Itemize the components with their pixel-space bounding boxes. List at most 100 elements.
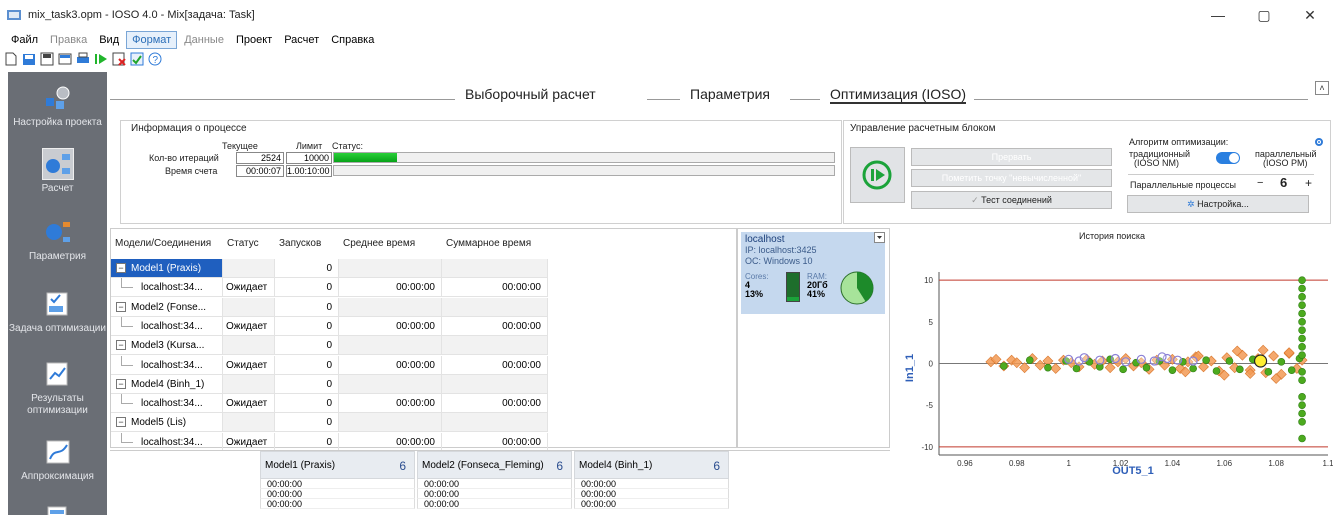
collapse-node-icon[interactable]: − xyxy=(116,378,126,389)
tabs-row: Выборочный расчет Параметрия Оптимизация… xyxy=(110,86,1333,108)
gear-icon[interactable] xyxy=(1314,137,1324,147)
col-header-runs[interactable]: Запусков xyxy=(275,229,321,259)
table-cell-total xyxy=(442,259,548,278)
model-name: Model1 (Praxis) xyxy=(265,460,336,471)
menu-view[interactable]: Вид xyxy=(94,32,124,48)
sidebar-item-approximation[interactable]: Аппроксимация xyxy=(8,436,107,483)
settings-button[interactable]: ✲ Настройка... xyxy=(1127,195,1309,213)
chevron-down-icon[interactable] xyxy=(874,232,885,243)
mark-unused-button[interactable]: Пометить точку "невычисленной" xyxy=(911,169,1112,187)
model-column-header[interactable]: Model4 (Binh_1) 6 xyxy=(574,451,729,479)
menu-help[interactable]: Справка xyxy=(326,32,379,48)
table-row-model[interactable]: − Model2 (Fonse... 0 xyxy=(111,297,548,317)
data-point xyxy=(1283,347,1295,359)
new-file-button[interactable] xyxy=(3,51,19,67)
menu-project[interactable]: Проект xyxy=(231,32,277,48)
help-button[interactable]: ? xyxy=(147,51,163,67)
collapse-node-icon[interactable]: − xyxy=(116,263,126,273)
col-header-total-time[interactable]: Суммарное время xyxy=(442,229,531,259)
data-point xyxy=(1225,357,1234,365)
collapse-button[interactable]: ˄ xyxy=(1315,81,1329,95)
time-label: Время счета xyxy=(165,166,218,176)
print-button[interactable] xyxy=(75,51,91,67)
test-connections-label: Тест соединений xyxy=(981,195,1052,205)
sidebar-item-optimization-results[interactable]: Результаты оптимизации xyxy=(8,358,107,417)
table-cell-text: 00:00:00 xyxy=(396,436,435,448)
menu-data[interactable]: Данные xyxy=(179,32,229,48)
close-icon: ✕ xyxy=(1304,6,1316,23)
col-header-status[interactable]: Статус xyxy=(223,229,259,259)
run-button[interactable] xyxy=(93,51,109,67)
table-row-connection[interactable]: localhost:34... Ожидает 0 00:00:00 00:00:00 xyxy=(111,355,548,375)
table-cell-name: − Model4 (Binh_1) xyxy=(111,374,223,394)
tab-parametry[interactable]: Параметрия xyxy=(690,86,770,102)
model-count: 6 xyxy=(556,459,563,473)
model-column-header[interactable]: Model1 (Praxis) 6 xyxy=(260,451,415,479)
table-row-model[interactable]: − Model4 (Binh_1) 0 xyxy=(111,374,548,394)
menu-calc[interactable]: Расчет xyxy=(279,32,324,48)
maximize-button[interactable]: ▢ xyxy=(1241,0,1287,30)
check-button[interactable] xyxy=(129,51,145,67)
data-point xyxy=(1298,343,1306,351)
table-row-model[interactable]: − Model5 (Lis) 0 xyxy=(111,413,548,433)
interrupt-button[interactable]: Прервать xyxy=(911,148,1112,166)
open-file-button[interactable] xyxy=(21,51,37,67)
table-cell-text: 00:00:00 xyxy=(502,282,541,294)
data-point xyxy=(1188,356,1198,366)
start-calc-button[interactable] xyxy=(850,147,905,203)
algorithm-toggle[interactable] xyxy=(1216,152,1240,164)
tab-optimization[interactable]: Оптимизация (IOSO) xyxy=(830,86,966,104)
table-cell-status xyxy=(223,336,275,356)
data-point xyxy=(1298,418,1306,426)
sidebar-item-optimization-task[interactable]: Задача оптимизации xyxy=(8,288,107,335)
table-row-connection[interactable]: localhost:34... Ожидает 0 00:00:00 00:00:00 xyxy=(111,278,548,298)
data-point xyxy=(1104,362,1116,374)
model-column-header[interactable]: Model2 (Fonseca_Fleming) 6 xyxy=(417,451,572,479)
increment-button[interactable]: + xyxy=(1305,176,1312,190)
table-cell-runs: 0 xyxy=(275,336,339,356)
data-point xyxy=(1119,365,1127,374)
sidebar-item-calculation[interactable]: Расчет xyxy=(8,148,107,195)
model-time-value: 00:00:00 xyxy=(417,499,572,509)
table-cell-runs: 0 xyxy=(275,297,339,317)
collapse-node-icon[interactable]: − xyxy=(116,340,126,351)
table-cell-text: 0 xyxy=(326,398,332,410)
table-cell-text: Ожидает xyxy=(226,320,268,332)
export-button[interactable] xyxy=(57,51,73,67)
data-point xyxy=(1168,366,1177,374)
data-point xyxy=(1268,350,1279,362)
data-point xyxy=(1298,276,1306,284)
collapse-node-icon[interactable]: − xyxy=(116,417,126,428)
close-button[interactable]: ✕ xyxy=(1287,0,1333,30)
collapse-node-icon[interactable]: − xyxy=(116,301,126,312)
data-point xyxy=(1287,366,1296,374)
sidebar-item-project-settings[interactable]: Настройка проекта xyxy=(8,82,107,129)
table-row-connection[interactable]: localhost:34... Ожидает 0 00:00:00 00:00:00 xyxy=(111,432,548,452)
decrement-button[interactable]: − xyxy=(1257,177,1263,189)
sidebar-item-more[interactable] xyxy=(8,498,107,515)
clear-results-button[interactable] xyxy=(111,51,127,67)
minimize-button[interactable]: — xyxy=(1195,0,1241,30)
table-row-connection[interactable]: localhost:34... Ожидает 0 00:00:00 00:00:00 xyxy=(111,316,548,336)
test-connections-button[interactable]: ✓ Тест соединений xyxy=(911,191,1112,209)
col-header-avg-time[interactable]: Среднее время xyxy=(339,229,415,259)
table-row-model[interactable]: − Model3 (Kursa... 0 xyxy=(111,336,548,356)
host-card[interactable]: localhost IP: localhost:3425 ОС: Windows… xyxy=(741,232,885,314)
table-cell-total: 00:00:00 xyxy=(442,432,548,452)
process-info-group: Информация о процессе Текущее Лимит Стат… xyxy=(120,120,842,224)
sidebar-item-label: Результаты оптимизации xyxy=(27,393,88,416)
table-cell-text: 00:00:00 xyxy=(502,398,541,410)
table-row-model[interactable]: − Model1 (Praxis) 0 xyxy=(111,259,548,278)
save-button[interactable] xyxy=(39,51,55,67)
tab-sample-calc[interactable]: Выборочный расчет xyxy=(465,86,596,102)
sidebar-item-parametry[interactable]: Параметрия xyxy=(8,216,107,263)
table-cell-text: 0 xyxy=(326,340,332,352)
table-row-connection[interactable]: localhost:34... Ожидает 0 00:00:00 00:00:00 xyxy=(111,394,548,414)
col-header-models[interactable]: Модели/Соединения xyxy=(111,229,211,259)
menu-format[interactable]: Формат xyxy=(126,30,178,49)
menu-edit[interactable]: Правка xyxy=(45,32,92,48)
menu-file[interactable]: Файл xyxy=(6,32,43,48)
table-cell-text: 00:00:00 xyxy=(396,282,435,294)
table-cell-text: Model5 (Lis) xyxy=(131,417,187,429)
data-point xyxy=(1298,301,1306,309)
